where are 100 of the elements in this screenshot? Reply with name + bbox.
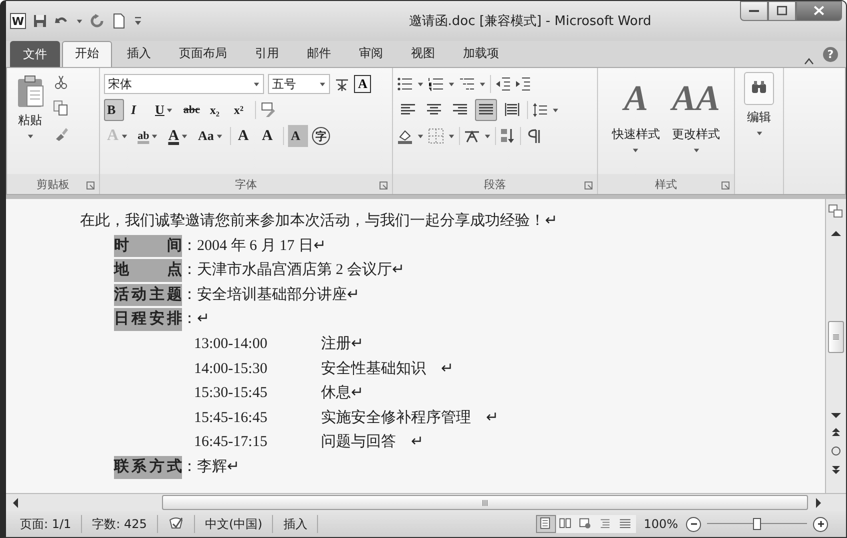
- increase-indent-icon[interactable]: [515, 76, 531, 92]
- dropdown-arrow-icon[interactable]: [448, 80, 455, 88]
- decrease-indent-icon[interactable]: [495, 76, 511, 92]
- dialog-launcher-icon[interactable]: [584, 181, 593, 190]
- borders-icon[interactable]: [428, 128, 444, 144]
- strike-button[interactable]: abc: [180, 99, 203, 121]
- page-count[interactable]: 页面: 1/1: [10, 515, 82, 533]
- dropdown-arrow-icon[interactable]: [448, 132, 455, 140]
- help-icon[interactable]: ?: [823, 47, 838, 62]
- subscript-button[interactable]: x₂: [206, 99, 227, 121]
- asian-layout-icon[interactable]: [464, 128, 480, 144]
- dropdown-arrow-icon[interactable]: [756, 130, 762, 137]
- ribbon-tab[interactable]: 审阅: [346, 41, 396, 67]
- ribbon-tab[interactable]: 加载项: [450, 41, 512, 67]
- italic-button[interactable]: I: [128, 99, 148, 121]
- group-label: 字体: [235, 176, 257, 192]
- previous-page-icon[interactable]: [830, 427, 842, 439]
- draft-view-button[interactable]: [616, 515, 636, 533]
- dropdown-arrow-icon[interactable]: [484, 132, 491, 140]
- shrink-button[interactable]: A: [258, 125, 279, 147]
- close-button[interactable]: [796, 1, 842, 21]
- ribbon-tab[interactable]: 邮件: [294, 41, 344, 67]
- color-button[interactable]: A: [165, 125, 192, 147]
- dialog-launcher-icon[interactable]: [721, 181, 730, 190]
- enclose-button[interactable]: 字: [312, 127, 330, 145]
- ribbon-tab[interactable]: 开始: [62, 41, 112, 67]
- zoom-level[interactable]: 100%: [636, 517, 686, 531]
- ribbon-tab[interactable]: 插入: [114, 41, 164, 67]
- redo-icon[interactable]: [89, 13, 105, 29]
- app-icon[interactable]: W: [10, 13, 26, 29]
- multilevel-list-icon[interactable]: [459, 76, 475, 92]
- scroll-thumb[interactable]: [828, 321, 844, 353]
- zoom-in-button[interactable]: [813, 516, 828, 532]
- dropdown-arrow-icon[interactable]: [151, 132, 158, 140]
- reading-view-button[interactable]: [556, 515, 576, 533]
- editing-button[interactable]: 编辑: [744, 72, 774, 174]
- shading-icon[interactable]: [397, 128, 413, 144]
- justify-button[interactable]: [475, 99, 497, 121]
- style-button[interactable]: AA 更改样式: [668, 72, 724, 174]
- shade-button[interactable]: A: [288, 125, 308, 147]
- dropdown-arrow-icon[interactable]: [216, 132, 223, 140]
- highlight-button[interactable]: ab: [134, 125, 162, 147]
- grow-button[interactable]: A: [234, 125, 255, 147]
- dialog-launcher-icon[interactable]: [86, 181, 95, 190]
- zoom-out-button[interactable]: [686, 516, 701, 532]
- style-button[interactable]: A 快速样式: [608, 72, 664, 174]
- grip-icon: [480, 498, 490, 508]
- save-icon[interactable]: [32, 13, 48, 29]
- ribbon-tab[interactable]: 视图: [398, 41, 448, 67]
- ribbon-tab[interactable]: 引用: [242, 41, 292, 67]
- bold-button[interactable]: B: [104, 99, 124, 121]
- dropdown-arrow-icon[interactable]: [417, 80, 424, 88]
- minimize-button[interactable]: [740, 1, 768, 21]
- clear-formatting-icon[interactable]: [260, 102, 276, 118]
- browse-object-icon[interactable]: [830, 445, 842, 457]
- scroll-right-icon[interactable]: [814, 496, 824, 508]
- scroll-thumb[interactable]: [162, 495, 808, 510]
- case-button[interactable]: Aa: [195, 125, 226, 147]
- word-count[interactable]: 字数: 425: [82, 515, 158, 533]
- dialog-launcher-icon[interactable]: [379, 181, 388, 190]
- print-view-button[interactable]: [536, 515, 556, 533]
- dropdown-arrow-icon[interactable]: [632, 147, 640, 154]
- field-label: 活动主题: [114, 284, 182, 306]
- next-page-icon[interactable]: [830, 463, 842, 475]
- dropdown-arrow-icon[interactable]: [417, 132, 424, 140]
- dropdown-arrow-icon[interactable]: [692, 147, 700, 154]
- dropdown-arrow-icon[interactable]: [76, 18, 83, 24]
- bullets-icon[interactable]: [397, 76, 413, 92]
- maximize-button[interactable]: [768, 1, 796, 21]
- ribbon-tab[interactable]: 页面布局: [166, 41, 240, 67]
- dropdown-arrow-icon[interactable]: [181, 132, 188, 140]
- dropdown-arrow-icon[interactable]: [253, 80, 260, 88]
- underline-button[interactable]: U: [152, 99, 176, 121]
- dropdown-arrow-icon[interactable]: [319, 80, 326, 88]
- field-label: 时 间: [114, 234, 182, 258]
- superscript-button[interactable]: x²: [230, 99, 251, 121]
- scissors-icon[interactable]: [53, 74, 69, 90]
- dropdown-arrow-icon[interactable]: [120, 132, 128, 140]
- new-document-icon[interactable]: [111, 13, 127, 29]
- font-name-field[interactable]: 宋体: [104, 74, 264, 94]
- file-tab[interactable]: 文件: [10, 41, 60, 67]
- character-border-button[interactable]: A: [354, 75, 372, 93]
- dropdown-arrow-icon[interactable]: [479, 80, 486, 88]
- schedule-time: 13:00-14:00: [194, 334, 268, 354]
- line-spacing-icon[interactable]: [532, 102, 548, 118]
- paste-button[interactable]: 粘贴: [11, 72, 49, 174]
- dropdown-arrow-icon[interactable]: [166, 106, 174, 114]
- language-indicator[interactable]: 中文(中国): [194, 515, 274, 533]
- insert-mode-indicator[interactable]: 插入: [273, 515, 318, 533]
- field-label: 联系方式: [114, 456, 182, 479]
- zoom-slider-thumb[interactable]: [753, 518, 761, 530]
- sort-icon[interactable]: [500, 128, 516, 144]
- dropdown-arrow-icon[interactable]: [26, 133, 34, 140]
- copy-icon[interactable]: [53, 100, 69, 116]
- schedule-time: 15:30-15:45: [194, 384, 268, 404]
- ruler-toggle-icon[interactable]: [828, 203, 844, 219]
- numbering-icon[interactable]: [428, 76, 444, 92]
- font-size-field[interactable]: 五号: [268, 74, 330, 94]
- group-label: 段落: [484, 176, 506, 192]
- dropdown-arrow-icon[interactable]: [552, 106, 559, 114]
